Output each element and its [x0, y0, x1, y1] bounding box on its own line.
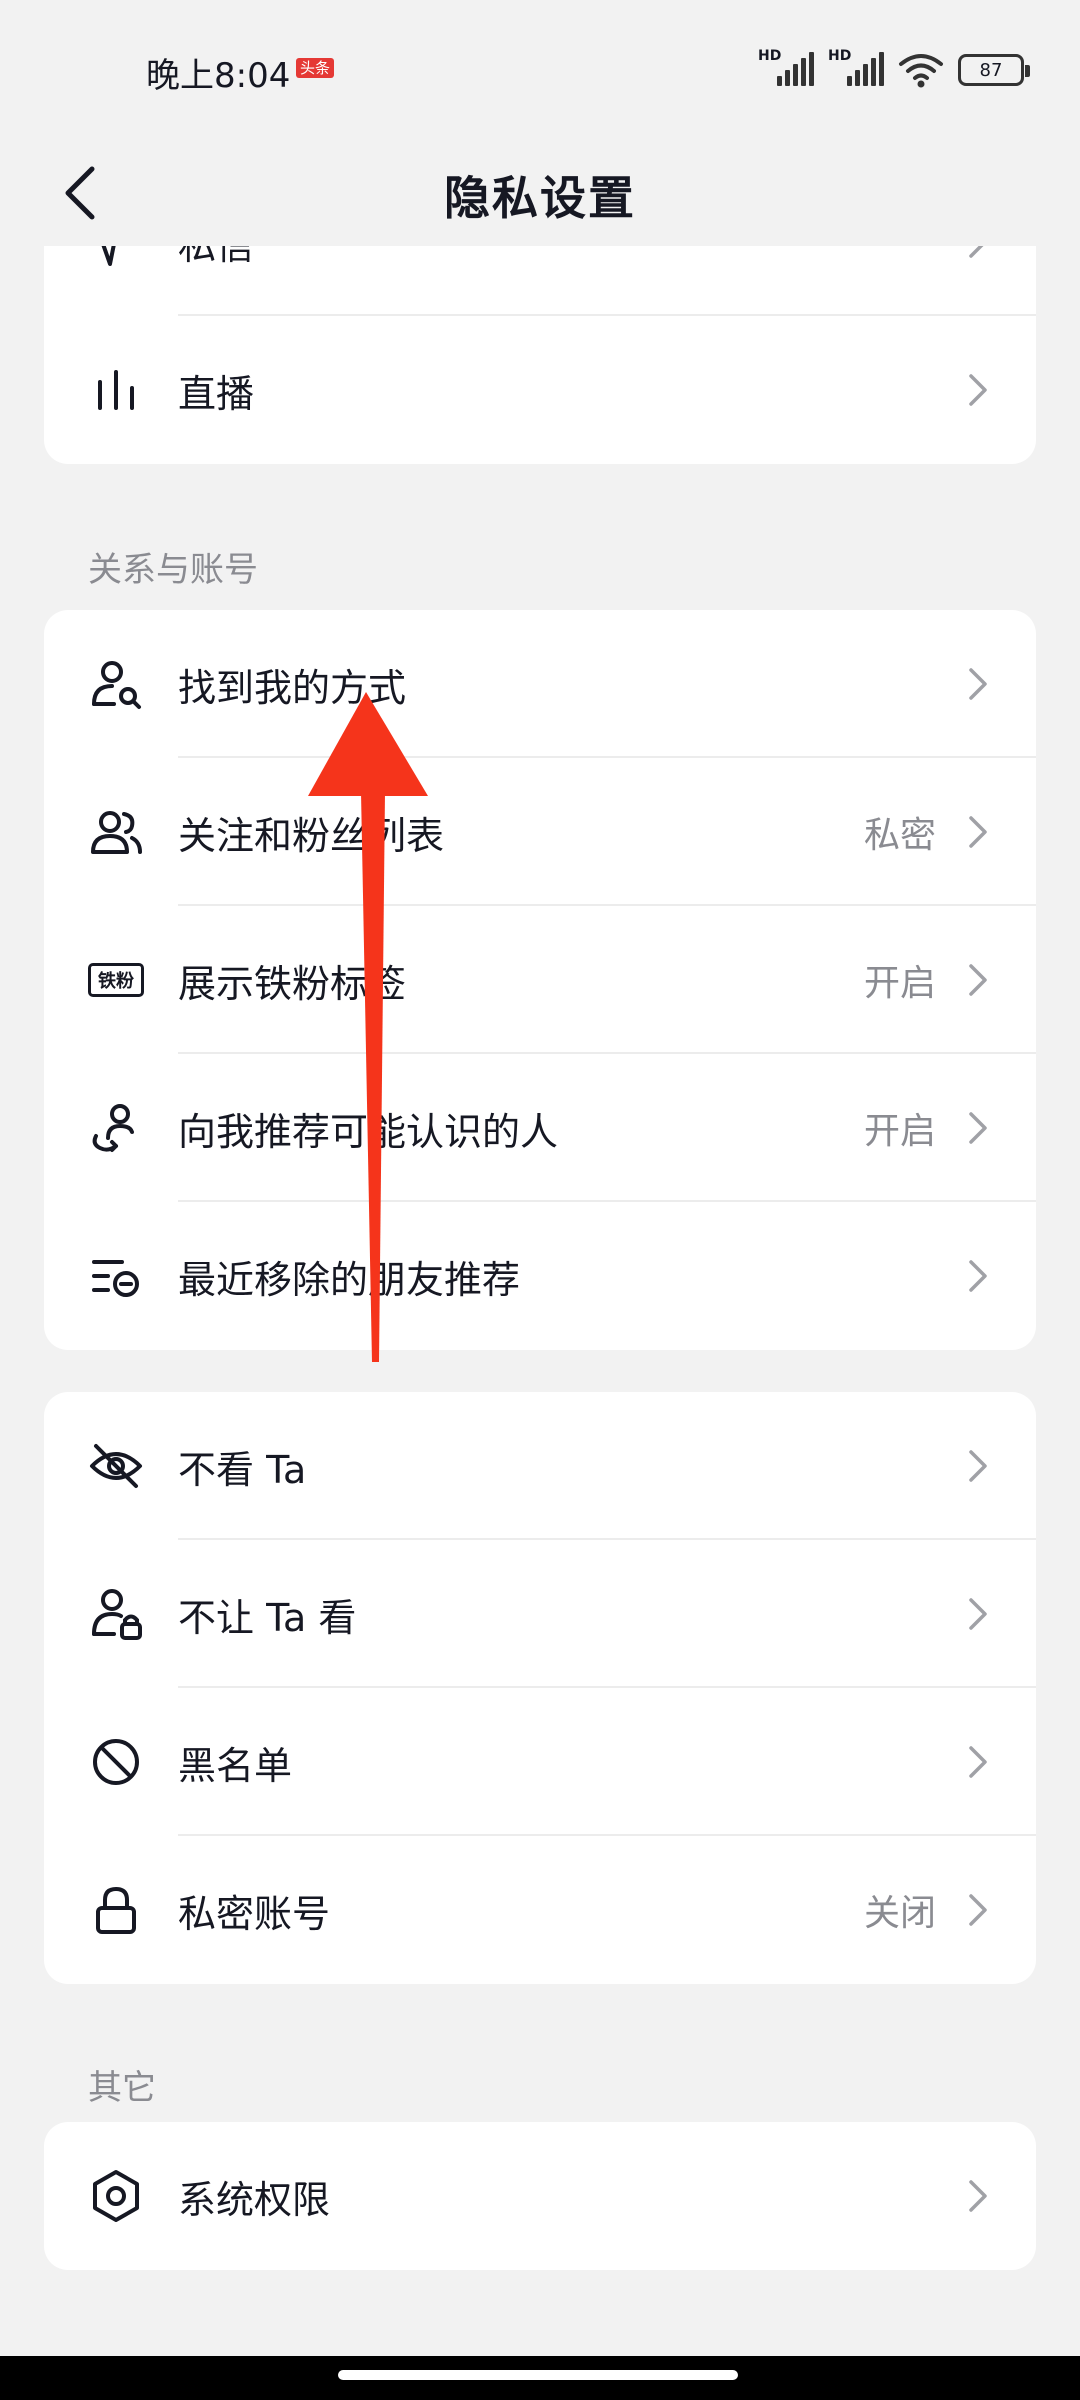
eye-off-icon: [88, 1438, 144, 1494]
chevron-right-icon: [964, 1742, 992, 1782]
chevron-right-icon: [964, 1594, 992, 1634]
row-label: 私密账号: [178, 1891, 331, 1936]
people-icon: [88, 804, 144, 860]
list-removed-icon: [88, 1248, 144, 1304]
iron-fan-badge-text: 铁粉: [88, 963, 144, 997]
row-private-message[interactable]: 私信: [44, 246, 1036, 316]
home-indicator[interactable]: [338, 2370, 738, 2380]
chevron-right-icon: [964, 960, 992, 1000]
person-search-icon: [88, 656, 144, 712]
chevron-right-icon: [964, 2176, 992, 2216]
notification-badge: 头条: [296, 58, 335, 78]
row-recommend-people[interactable]: 向我推荐可能认识的人 开启: [44, 1054, 1036, 1202]
row-private-account[interactable]: 私密账号 关闭: [44, 1836, 1036, 1984]
row-live[interactable]: 直播: [44, 316, 1036, 464]
row-label: 系统权限: [178, 2177, 331, 2222]
row-label: 关注和粉丝列表: [178, 813, 445, 858]
section-label-relations: 关系与账号: [88, 550, 258, 590]
chevron-right-icon: [964, 664, 992, 704]
row-value: 私密: [863, 815, 936, 856]
row-value: 关闭: [863, 1893, 936, 1934]
card-relations: 找到我的方式 关注和粉丝列表 私密 铁粉 展示铁粉标签 开启 向我推荐可能认识的…: [44, 610, 1036, 1350]
card-messages-live: 私信 直播: [44, 246, 1036, 464]
signal-icon: HD: [758, 48, 814, 90]
row-label: 直播: [178, 371, 255, 416]
card-block-settings: 不看 Ta 不让 Ta 看 黑名单 私密账号 关闭: [44, 1392, 1036, 1984]
row-label: 不看 Ta: [178, 1447, 307, 1492]
row-dont-let-ta-see[interactable]: 不让 Ta 看: [44, 1540, 1036, 1688]
chevron-right-icon: [964, 1108, 992, 1148]
row-iron-fan-label[interactable]: 铁粉 展示铁粉标签 开启: [44, 906, 1036, 1054]
wifi-icon: [899, 54, 943, 88]
row-label: 最近移除的朋友推荐: [178, 1257, 521, 1302]
row-label: 展示铁粉标签: [178, 961, 407, 1006]
status-bar: 晚上8:04 头条 HD HD 87: [0, 0, 1080, 140]
chevron-right-icon: [964, 812, 992, 852]
lock-icon: [88, 1882, 144, 1938]
signal-icon: HD: [828, 48, 884, 90]
row-removed-recommendations[interactable]: 最近移除的朋友推荐: [44, 1202, 1036, 1350]
status-time: 晚上8:04: [146, 56, 291, 96]
chevron-right-icon: [964, 1256, 992, 1296]
message-send-icon: [88, 246, 144, 270]
status-icons: HD HD 87: [758, 48, 1030, 92]
row-label: 黑名单: [178, 1743, 293, 1788]
row-value: 开启: [863, 963, 936, 1004]
chevron-right-icon: [964, 1890, 992, 1930]
nav-bar: 隐私设置: [0, 140, 1080, 246]
card-other: 系统权限: [44, 2122, 1036, 2270]
gesture-bar: [0, 2356, 1080, 2400]
chevron-right-icon: [964, 370, 992, 410]
row-system-permissions[interactable]: 系统权限: [44, 2122, 1036, 2270]
page-title: 隐私设置: [444, 171, 636, 225]
battery-level: 87: [979, 59, 1003, 81]
row-label: 找到我的方式: [178, 665, 407, 710]
chevron-right-icon: [964, 246, 992, 262]
row-label: 私信: [178, 246, 254, 270]
section-label-other: 其它: [88, 2068, 156, 2108]
settings-list[interactable]: 私信 直播 关系与账号 找到我的方式 关注和粉丝列表 私密: [0, 246, 1080, 2356]
row-label: 向我推荐可能认识的人: [178, 1109, 559, 1154]
row-dont-see-ta[interactable]: 不看 Ta: [44, 1392, 1036, 1540]
battery-icon: 87: [958, 54, 1030, 86]
row-blacklist[interactable]: 黑名单: [44, 1688, 1036, 1836]
row-follow-fans-list[interactable]: 关注和粉丝列表 私密: [44, 758, 1036, 906]
row-find-me[interactable]: 找到我的方式: [44, 610, 1036, 758]
live-bars-icon: [88, 362, 144, 418]
row-value: 开启: [863, 1111, 936, 1152]
iron-fan-badge-icon: 铁粉: [88, 952, 144, 1008]
person-recommend-icon: [88, 1100, 144, 1156]
chevron-right-icon: [964, 1446, 992, 1486]
hexagon-settings-icon: [88, 2168, 144, 2224]
block-icon: [88, 1734, 144, 1790]
row-label: 不让 Ta 看: [178, 1595, 357, 1640]
person-lock-icon: [88, 1586, 144, 1642]
